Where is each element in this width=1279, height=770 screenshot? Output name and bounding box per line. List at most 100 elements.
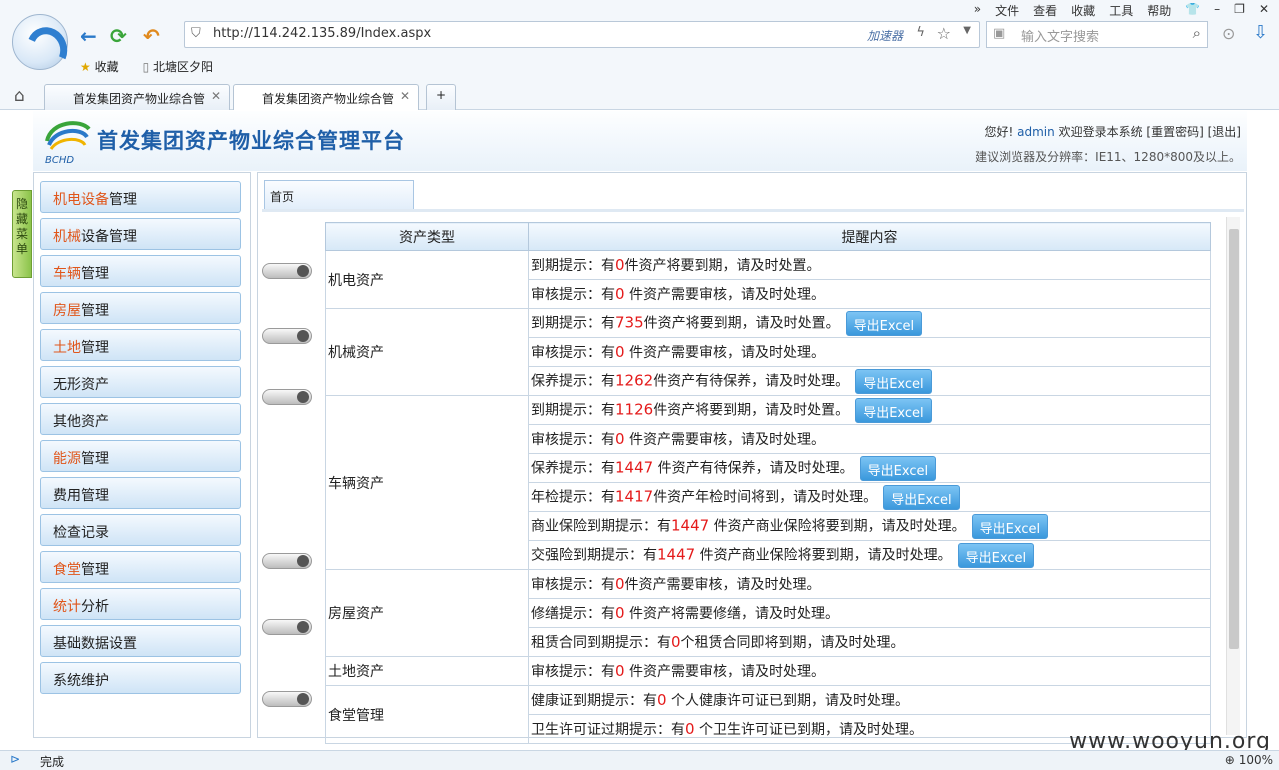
- export-excel-button[interactable]: 导出Excel: [883, 484, 960, 510]
- sidebar-item-12[interactable]: 基础数据设置: [40, 625, 241, 657]
- zoom-level[interactable]: ⊕ 100%: [1225, 753, 1273, 767]
- column-header-content: 提醒内容: [528, 222, 1211, 251]
- reminder-prefix: 卫生许可证过期提示：有: [531, 722, 685, 738]
- tab-close-icon[interactable]: ✕: [400, 89, 410, 103]
- home-icon[interactable]: ⌂: [14, 86, 25, 106]
- star-icon[interactable]: ☆: [937, 24, 951, 43]
- sidebar-item-7[interactable]: 能源管理: [40, 440, 241, 472]
- tab-close-icon[interactable]: ✕: [211, 89, 221, 103]
- scrollbar-thumb[interactable]: [1229, 229, 1239, 649]
- binder-ring-icon: [262, 619, 312, 635]
- browser-tab-1[interactable]: 首发集团资产物业综合管 ✕: [44, 84, 230, 110]
- table-row: 土地资产 审核提示：有0 件资产需要审核，请及时处理。: [325, 656, 1211, 686]
- address-bar[interactable]: ⛉ http://114.242.135.89/Index.aspx 加速器 ϟ…: [184, 21, 980, 48]
- status-bar: ⊳ 完成 ⊕ 100%: [0, 750, 1279, 770]
- refresh-icon[interactable]: ⟳: [110, 24, 127, 48]
- reminder-count: 0: [615, 662, 625, 680]
- greeting-text: 您好!: [984, 125, 1014, 139]
- sidebar-item-13[interactable]: 系统维护: [40, 662, 241, 694]
- asset-type-cell: 房屋资产: [325, 569, 529, 657]
- sidebar-item-label: 管理: [81, 303, 109, 319]
- binder-ring-icon: [262, 691, 312, 707]
- accelerator-label[interactable]: 加速器: [867, 27, 903, 44]
- export-excel-button[interactable]: 导出Excel: [971, 513, 1049, 539]
- export-excel-button[interactable]: 导出Excel: [859, 455, 937, 481]
- sidebar-item-11[interactable]: 统计分析: [40, 588, 241, 620]
- menu-item-tools[interactable]: 工具: [1109, 2, 1133, 19]
- reminder-prefix: 到期提示：有: [531, 315, 615, 331]
- menu-item-favorites[interactable]: 收藏: [1071, 2, 1095, 19]
- sidebar-item-5[interactable]: 无形资产: [40, 366, 241, 398]
- sidebar-item-label: 无形资产: [53, 377, 109, 393]
- asset-type-cell: 机电资产: [325, 250, 529, 309]
- sidebar: 机电设备管理 机械设备管理 车辆管理 房屋管理 土地管理 无形资产 其他资产 能源管理 费用管理…: [33, 172, 251, 738]
- browser-tab-2[interactable]: 首发集团资产物业综合管 ✕: [233, 84, 419, 110]
- sidebar-item-3[interactable]: 房屋管理: [40, 292, 241, 324]
- search-box[interactable]: ▣ 输入文字搜索 ⌕: [986, 21, 1208, 48]
- sidebar-toggle-icon[interactable]: ⊳: [10, 752, 20, 766]
- more-icon[interactable]: ⊙: [1222, 24, 1235, 43]
- asset-type-cell: 食堂管理: [325, 685, 529, 744]
- bookmark-beitang[interactable]: ▯ 北塘区夕阳: [143, 58, 213, 75]
- skin-icon[interactable]: 👕: [1185, 2, 1200, 19]
- sidebar-item-1[interactable]: 机械设备管理: [40, 218, 241, 250]
- export-excel-button[interactable]: 导出Excel: [957, 542, 1035, 568]
- sidebar-item-label: 管理: [109, 192, 137, 208]
- table-row: 食堂管理 健康证到期提示：有0 个人健康许可证已到期，请及时处理。: [325, 685, 1211, 744]
- reminder-suffix: 件资产将需要修缮，请及时处理。: [624, 606, 839, 622]
- undo-icon[interactable]: ↶: [143, 24, 160, 48]
- reminder-suffix: 件资产有待保养，请及时处理。: [653, 460, 854, 476]
- reminder-cell: 审核提示：有0件资产需要审核，请及时处理。: [528, 569, 1211, 599]
- reminder-cell: 商业保险到期提示：有1447 件资产商业保险将要到期，请及时处理。 导出Excel: [528, 511, 1211, 541]
- reminder-prefix: 健康证到期提示：有: [531, 693, 657, 709]
- menu-item-help[interactable]: 帮助: [1147, 2, 1171, 19]
- export-excel-button[interactable]: 导出Excel: [855, 397, 932, 423]
- restore-icon[interactable]: ❐: [1234, 2, 1245, 19]
- browser-chrome: » 文件 查看 收藏 工具 帮助 👕 – ❐ ✕ ← ⟳ ↶ ⛉ http://…: [0, 0, 1279, 110]
- bookmarks-bar: ★ 收藏 ▯ 北塘区夕阳: [80, 58, 213, 75]
- table-row: 房屋资产 审核提示：有0件资产需要审核，请及时处理。: [325, 569, 1211, 657]
- sidebar-item-8[interactable]: 费用管理: [40, 477, 241, 509]
- reset-password-link[interactable]: [重置密码]: [1146, 125, 1203, 139]
- browser-menubar: » 文件 查看 收藏 工具 帮助 👕 – ❐ ✕: [974, 2, 1269, 19]
- browser-notice: 建议浏览器及分辨率：IE11、1280*800及以上。: [975, 150, 1241, 164]
- vertical-scrollbar[interactable]: [1226, 217, 1240, 735]
- reminder-cell: 审核提示：有0 件资产需要审核，请及时处理。: [528, 279, 1211, 309]
- sidebar-item-0[interactable]: 机电设备管理: [40, 181, 241, 213]
- browser-tabs: ⌂ 首发集团资产物业综合管 ✕ 首发集团资产物业综合管 ✕ +: [0, 82, 1279, 110]
- tab-home[interactable]: 首页: [264, 180, 414, 209]
- sidebar-item-9[interactable]: 检查记录: [40, 514, 241, 546]
- back-icon[interactable]: ←: [80, 24, 97, 48]
- close-icon[interactable]: ✕: [1259, 2, 1269, 19]
- column-header-type: 资产类型: [325, 222, 529, 251]
- new-tab-button[interactable]: +: [426, 84, 456, 110]
- download-icon[interactable]: ⇩: [1253, 22, 1268, 43]
- page-icon: ▯: [142, 60, 150, 74]
- sidebar-item-highlight: 能源: [53, 451, 81, 467]
- reminder-prefix: 修缮提示：有: [531, 606, 615, 622]
- reminder-suffix: 件资产需要审核，请及时处理。: [624, 664, 825, 680]
- export-excel-button[interactable]: 导出Excel: [845, 310, 923, 336]
- user-info: 您好! admin 欢迎登录本系统 [重置密码] [退出]: [985, 123, 1242, 140]
- search-input[interactable]: 输入文字搜索: [1021, 26, 1099, 45]
- sidebar-item-2[interactable]: 车辆管理: [40, 255, 241, 287]
- address-url[interactable]: http://114.242.135.89/Index.aspx: [213, 26, 431, 41]
- menu-item-view[interactable]: 查看: [1033, 2, 1057, 19]
- lightning-icon[interactable]: ϟ: [916, 25, 925, 40]
- sidebar-item-6[interactable]: 其他资产: [40, 403, 241, 435]
- logout-link[interactable]: [退出]: [1208, 125, 1241, 139]
- export-excel-button[interactable]: 导出Excel: [855, 368, 932, 394]
- hide-menu-toggle[interactable]: 隐藏菜单: [12, 190, 32, 278]
- reminder-count: 0: [615, 604, 625, 622]
- reminder-suffix: 个租赁合同即将到期，请及时处理。: [680, 635, 905, 651]
- minimize-icon[interactable]: –: [1214, 2, 1220, 19]
- search-icon[interactable]: ⌕: [1193, 24, 1201, 42]
- chevron-down-icon[interactable]: ▼: [963, 25, 971, 36]
- bookmark-favorites[interactable]: ★ 收藏: [80, 58, 119, 75]
- menu-item-file[interactable]: 文件: [995, 2, 1019, 19]
- reminder-cell: 交强险到期提示：有1447 件资产商业保险将要到期，请及时处理。 导出Excel: [528, 540, 1211, 570]
- menu-expand-icon[interactable]: »: [974, 2, 981, 19]
- browser-logo-icon[interactable]: [12, 14, 68, 70]
- sidebar-item-4[interactable]: 土地管理: [40, 329, 241, 361]
- sidebar-item-10[interactable]: 食堂管理: [40, 551, 241, 583]
